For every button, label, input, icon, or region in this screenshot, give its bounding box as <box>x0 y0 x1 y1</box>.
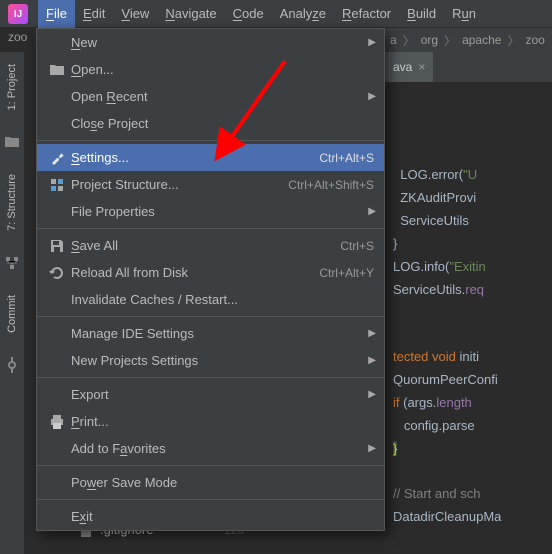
menu-item-new[interactable]: New▶ <box>37 29 384 56</box>
close-icon[interactable]: × <box>418 60 425 74</box>
menu-shortcut: Ctrl+Alt+Shift+S <box>288 178 374 192</box>
menu-item-label: Invalidate Caches / Restart... <box>67 292 374 307</box>
menu-item-label: Close Project <box>67 116 374 131</box>
submenu-arrow-icon: ▶ <box>368 206 376 217</box>
folder-icon <box>47 62 67 78</box>
menu-file[interactable]: File <box>38 0 75 28</box>
left-tool-rail: 1: Project 7: Structure Commit <box>0 52 24 554</box>
menu-item-label: Save All <box>67 238 340 253</box>
menu-item-open[interactable]: Open... <box>37 56 384 83</box>
menu-item-label: Export <box>67 387 374 402</box>
submenu-arrow-icon: ▶ <box>368 91 376 102</box>
menu-item-invalidate-caches-restart[interactable]: Invalidate Caches / Restart... <box>37 286 384 313</box>
menu-item-add-to-favorites[interactable]: Add to Favorites▶ <box>37 435 384 462</box>
project-name-fragment: zoo <box>8 30 27 44</box>
tool-commit[interactable]: Commit <box>4 287 20 341</box>
tool-project[interactable]: 1: Project <box>4 56 20 118</box>
struct-icon <box>47 177 67 193</box>
menu-navigate[interactable]: Navigate <box>157 0 224 28</box>
menu-separator <box>37 465 384 466</box>
menu-item-label: File Properties <box>67 204 374 219</box>
editor-tab-label: ava <box>393 60 412 74</box>
menu-view[interactable]: View <box>113 0 157 28</box>
menu-item-power-save-mode[interactable]: Power Save Mode <box>37 469 384 496</box>
menu-shortcut: Ctrl+Alt+S <box>319 151 374 165</box>
menu-item-reload-all-from-disk[interactable]: Reload All from DiskCtrl+Alt+Y <box>37 259 384 286</box>
app-icon: IJ <box>8 4 28 24</box>
menu-item-new-projects-settings[interactable]: New Projects Settings▶ <box>37 347 384 374</box>
menu-item-open-recent[interactable]: Open Recent▶ <box>37 83 384 110</box>
menu-item-exit[interactable]: Exit <box>37 503 384 530</box>
menu-item-label: Power Save Mode <box>67 475 374 490</box>
menu-item-label: Reload All from Disk <box>67 265 319 280</box>
commit-icon <box>4 357 20 373</box>
menu-separator <box>37 140 384 141</box>
editor-pane[interactable]: LOG.error("U ZKAuditProvi ServiceUtils }… <box>385 82 552 554</box>
reload-icon <box>47 265 67 281</box>
menu-item-label: Exit <box>67 509 374 524</box>
menu-item-project-structure[interactable]: Project Structure...Ctrl+Alt+Shift+S <box>37 171 384 198</box>
menu-build[interactable]: Build <box>399 0 444 28</box>
menu-item-file-properties[interactable]: File Properties▶ <box>37 198 384 225</box>
menu-item-label: Settings... <box>67 150 319 165</box>
menu-separator <box>37 499 384 500</box>
menu-analyze[interactable]: Analyze <box>272 0 334 28</box>
print-icon <box>47 414 67 430</box>
submenu-arrow-icon: ▶ <box>368 328 376 339</box>
editor-tab[interactable]: ava × <box>385 52 433 82</box>
submenu-arrow-icon: ▶ <box>368 37 376 48</box>
menu-item-label: Add to Favorites <box>67 441 374 456</box>
breadcrumb[interactable]: a〉 org〉 apache〉 zoo <box>382 28 552 52</box>
menu-item-close-project[interactable]: Close Project <box>37 110 384 137</box>
menu-item-save-all[interactable]: Save AllCtrl+S <box>37 232 384 259</box>
menu-shortcut: Ctrl+S <box>340 239 374 253</box>
menu-item-label: Project Structure... <box>67 177 288 192</box>
menu-separator <box>37 316 384 317</box>
file-menu-dropdown: New▶Open...Open Recent▶Close ProjectSett… <box>36 28 385 531</box>
menu-item-label: Manage IDE Settings <box>67 326 374 341</box>
menu-item-export[interactable]: Export▶ <box>37 381 384 408</box>
menubar: File Edit View Navigate Code Analyze Ref… <box>0 0 552 28</box>
folder-icon <box>4 134 20 150</box>
menu-item-label: New <box>67 35 374 50</box>
menu-item-manage-ide-settings[interactable]: Manage IDE Settings▶ <box>37 320 384 347</box>
menu-run[interactable]: Run <box>444 0 484 28</box>
wrench-icon <box>47 150 67 166</box>
menu-separator <box>37 228 384 229</box>
menu-shortcut: Ctrl+Alt+Y <box>319 266 374 280</box>
menu-item-label: New Projects Settings <box>67 353 374 368</box>
submenu-arrow-icon: ▶ <box>368 355 376 366</box>
menu-separator <box>37 377 384 378</box>
menu-item-print[interactable]: Print... <box>37 408 384 435</box>
menu-item-label: Open... <box>67 62 374 77</box>
submenu-arrow-icon: ▶ <box>368 389 376 400</box>
menu-item-label: Open Recent <box>67 89 374 104</box>
menu-refactor[interactable]: Refactor <box>334 0 399 28</box>
editor-tabs: ava × <box>385 52 552 82</box>
menu-item-settings[interactable]: Settings...Ctrl+Alt+S <box>37 144 384 171</box>
save-icon <box>47 238 67 254</box>
structure-icon <box>4 255 20 271</box>
menu-code[interactable]: Code <box>225 0 272 28</box>
tool-structure[interactable]: 7: Structure <box>4 166 20 239</box>
submenu-arrow-icon: ▶ <box>368 443 376 454</box>
menu-item-label: Print... <box>67 414 374 429</box>
menu-edit[interactable]: Edit <box>75 0 113 28</box>
